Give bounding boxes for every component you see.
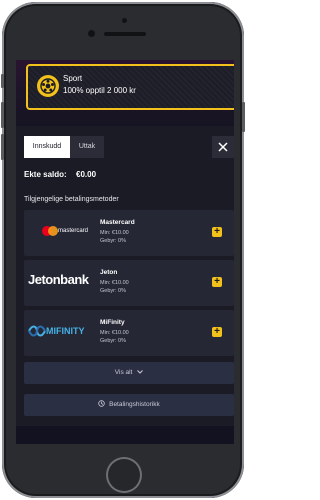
- method-name: Mastercard: [100, 219, 135, 226]
- proximity-sensor: [122, 18, 127, 23]
- jeton-logo: Jetonbank: [28, 272, 89, 287]
- tab-deposit[interactable]: Innskudd: [24, 136, 70, 158]
- front-camera-icon: [88, 30, 95, 37]
- screen: Sport 100% opptil 2 000 kr Innskudd Utta…: [16, 60, 234, 444]
- mastercard-logo: mastercard: [24, 210, 96, 256]
- phone-frame: Sport 100% opptil 2 000 kr Innskudd Utta…: [1, 2, 245, 498]
- tab-withdraw[interactable]: Uttak: [70, 136, 104, 158]
- balance-value: €0.00: [76, 170, 97, 179]
- close-button[interactable]: [212, 136, 234, 158]
- payment-history-button[interactable]: Betalingshistorikk: [24, 394, 234, 416]
- add-jeton-button[interactable]: +: [212, 277, 222, 287]
- home-button[interactable]: [106, 457, 142, 493]
- chevron-down-icon: [137, 370, 144, 374]
- method-fee: Gebyr: 0%: [100, 238, 126, 244]
- add-mastercard-button[interactable]: +: [212, 227, 222, 237]
- show-all-label: Vis alt: [114, 369, 133, 376]
- mastercard-icon: [42, 226, 58, 238]
- method-fee: Gebyr: 0%: [100, 288, 126, 294]
- methods-heading: Tilgjengelige betalingsmetoder: [24, 196, 119, 203]
- bonus-banner[interactable]: Sport 100% opptil 2 000 kr: [26, 64, 234, 110]
- method-mastercard[interactable]: mastercard Mastercard Min: €10.00 Gebyr:…: [24, 210, 234, 256]
- payment-history-label: Betalingshistorikk: [109, 401, 160, 408]
- volume-down-button: [1, 134, 4, 160]
- cashier-panel: Innskudd Uttak Ekte saldo: €0.00 Tilgjen…: [16, 126, 234, 426]
- football-icon: [37, 75, 59, 97]
- show-all-button[interactable]: Vis alt: [24, 362, 234, 384]
- method-min: Min: €10.00: [100, 330, 129, 336]
- speaker-grille: [104, 32, 146, 36]
- close-icon: [218, 142, 228, 152]
- mute-switch: [1, 74, 4, 88]
- method-jeton[interactable]: Jetonbank Jeton Min: €10.00 Gebyr: 0% +: [24, 260, 234, 306]
- method-min: Min: €10.00: [100, 280, 129, 286]
- mifinity-logo: MIFINITY: [24, 310, 96, 356]
- volume-up-button: [1, 102, 4, 128]
- method-min: Min: €10.00: [100, 230, 129, 236]
- bonus-subtitle: 100% opptil 2 000 kr: [63, 86, 136, 95]
- add-mifinity-button[interactable]: +: [212, 327, 222, 337]
- history-icon: [98, 400, 105, 407]
- balance-label: Ekte saldo:: [24, 170, 67, 179]
- method-mifinity[interactable]: MIFINITY MiFinity Min: €10.00 Gebyr: 0% …: [24, 310, 234, 356]
- power-button: [242, 102, 245, 132]
- method-name: MiFinity: [100, 319, 125, 326]
- bonus-title: Sport: [63, 74, 83, 83]
- mifinity-icon: [28, 325, 46, 337]
- method-fee: Gebyr: 0%: [100, 338, 126, 344]
- method-name: Jeton: [100, 269, 118, 276]
